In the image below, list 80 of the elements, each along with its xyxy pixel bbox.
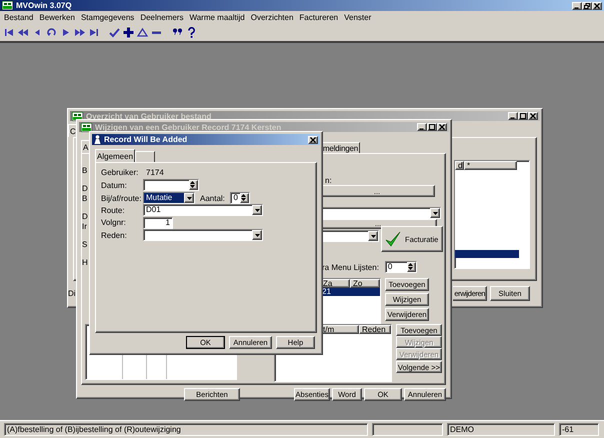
menu-item[interactable]: Venster xyxy=(341,12,374,22)
field-label: Datum: xyxy=(101,180,127,190)
field-value: 7174 xyxy=(145,168,164,176)
spin-field[interactable]: 0 xyxy=(384,261,417,273)
field-label: Route: xyxy=(101,206,125,214)
app-logo-icon xyxy=(2,1,13,10)
dropdown-arrow-icon xyxy=(432,212,438,214)
field-label: n: xyxy=(325,176,332,185)
maximize-icon xyxy=(520,113,526,119)
status-panel: DEMO xyxy=(447,423,555,436)
column-header[interactable]: t/m xyxy=(320,325,359,334)
menu-item[interactable]: Deelnemers xyxy=(137,12,186,22)
field-label: Reden: xyxy=(101,230,127,240)
menu-item[interactable]: Factureren xyxy=(296,12,342,22)
spin-arrows-icon xyxy=(240,194,246,201)
dropdown-arrow-icon xyxy=(186,196,192,200)
close-button[interactable] xyxy=(528,112,538,120)
restore-icon xyxy=(584,2,590,8)
menu-item[interactable]: Overzichten xyxy=(248,12,296,22)
dialog-title: Record Will Be Added xyxy=(104,135,188,144)
minimize-button[interactable] xyxy=(508,112,518,120)
close-icon xyxy=(439,124,445,130)
close-button[interactable] xyxy=(437,123,447,131)
minimize-button[interactable] xyxy=(572,2,582,10)
status-panel: -61 xyxy=(559,423,599,436)
help-icon[interactable] xyxy=(185,26,198,38)
field-label: Di xyxy=(68,288,76,298)
field-label: S xyxy=(82,240,88,249)
dropdown-arrow-icon xyxy=(370,234,376,238)
close-icon xyxy=(594,2,600,8)
column-header[interactable]: * xyxy=(464,161,517,170)
spin-field[interactable]: 0 xyxy=(230,192,250,204)
dropdown-arrow-icon xyxy=(254,234,260,236)
undo-icon[interactable] xyxy=(45,26,58,38)
person-icon xyxy=(94,135,101,144)
dropdown[interactable]: Mutatie xyxy=(143,192,195,204)
field-label: B xyxy=(82,194,88,203)
field-label: Bij/af/route: xyxy=(101,194,142,202)
menu-item[interactable]: Bewerken xyxy=(36,12,78,22)
dropdown[interactable]: D01 xyxy=(143,204,263,216)
check-icon[interactable] xyxy=(108,26,121,38)
field-label: D xyxy=(82,212,89,221)
maximize-button[interactable] xyxy=(427,123,437,131)
field-label: Gebruiker: xyxy=(101,168,138,176)
status-panel: (A)fbestelling of (B)ijbestelling of (R)outewijziging xyxy=(4,423,368,436)
close-icon xyxy=(310,136,316,142)
column-header[interactable]: d xyxy=(455,161,464,170)
column-header[interactable]: Zo xyxy=(350,279,380,288)
dropdown-arrow-icon xyxy=(254,208,260,212)
spin-arrows-icon xyxy=(190,181,195,188)
field-label: D xyxy=(82,184,89,193)
column-header[interactable]: Reden xyxy=(359,325,391,334)
minimize-button[interactable] xyxy=(417,123,427,131)
spin-arrows-icon xyxy=(408,263,413,270)
field-label: Volgnr: xyxy=(101,218,126,227)
tab[interactable]: Algemeen xyxy=(95,149,136,162)
menu-item[interactable]: Stamgegevens xyxy=(78,12,138,22)
restore-button[interactable] xyxy=(582,2,592,10)
triangle-icon[interactable] xyxy=(136,26,149,38)
menu-item[interactable]: Warme maaltijd xyxy=(186,12,248,22)
maximize-icon xyxy=(429,124,435,130)
field-label: B xyxy=(82,166,88,175)
close-icon xyxy=(530,113,536,119)
close-button[interactable] xyxy=(592,2,602,10)
maximize-button[interactable] xyxy=(518,112,528,120)
status-panel xyxy=(372,423,443,436)
number-field[interactable]: 1 xyxy=(143,216,173,228)
plus-icon[interactable] xyxy=(122,26,135,38)
column-header[interactable]: Za xyxy=(320,279,350,288)
date-field[interactable] xyxy=(143,179,199,191)
field-label: H xyxy=(82,258,89,267)
app-title: MVOwin 3.07Q xyxy=(16,1,73,10)
dropdown[interactable] xyxy=(143,229,263,241)
close-button[interactable] xyxy=(308,136,318,144)
field-label: Aantal: xyxy=(200,194,225,202)
window-title: Overzicht van Gebruiker bestand xyxy=(86,112,212,120)
check-icon xyxy=(385,231,401,247)
menu-item[interactable]: Bestand xyxy=(1,12,36,22)
field-label: Ir xyxy=(82,222,88,231)
tab[interactable] xyxy=(135,151,156,162)
